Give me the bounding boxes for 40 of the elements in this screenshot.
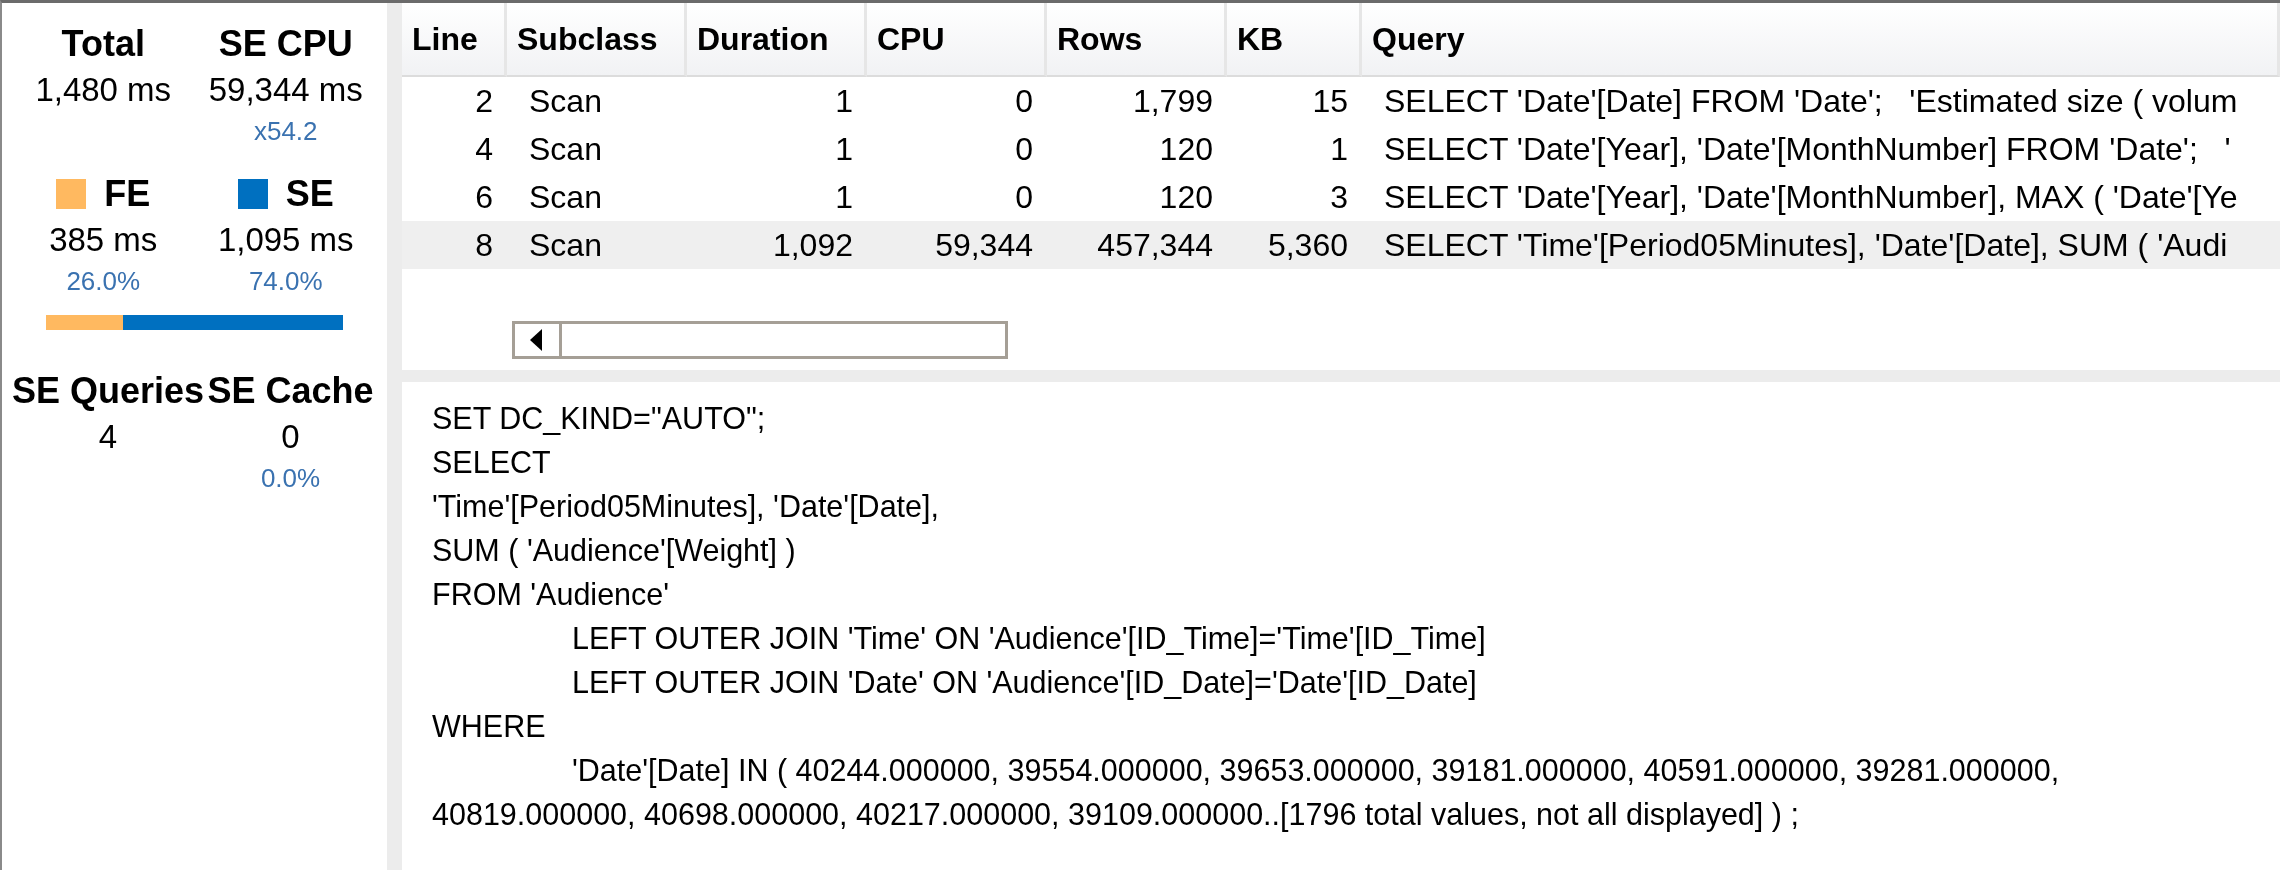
metric-label: SE CPU bbox=[218, 22, 353, 66]
metric-label: SE Cache bbox=[207, 369, 374, 413]
table-cell: 1,092 bbox=[687, 221, 867, 269]
query-line: 'Date'[Date] IN ( 40244.000000, 39554.000000, 39653.000000, 39181.000000, 40591.000000, 39281.000000, 40819.000000, 40698.000000, 40217.000000, 39109.000000..[1796 total values, not all displayed] ) ; bbox=[432, 752, 2061, 834]
column-header[interactable]: Subclass bbox=[507, 3, 687, 77]
metric-label: FE bbox=[104, 172, 151, 216]
metric-value: 1,480 ms bbox=[35, 70, 172, 110]
metric-label: Total bbox=[61, 22, 145, 66]
table-cell: 8 bbox=[402, 221, 507, 269]
metric-note: 0.0% bbox=[260, 462, 321, 495]
metric-value: 59,344 ms bbox=[208, 70, 363, 110]
column-header[interactable]: CPU bbox=[867, 3, 1047, 77]
metric-value: 385 ms bbox=[49, 220, 158, 260]
query-line: LEFT OUTER JOIN 'Time' ON 'Audience'[ID_Time]='Time'[ID_Time] bbox=[571, 620, 1487, 658]
horizontal-scrollbar[interactable] bbox=[512, 321, 1008, 359]
table-cell: Scan bbox=[507, 221, 687, 269]
metric-value: 1,095 ms bbox=[217, 220, 354, 260]
column-header[interactable]: Duration bbox=[687, 3, 867, 77]
table-cell: SELECT 'Time'[Period05Minutes], 'Date'[Date], SUM ( 'Audi bbox=[1362, 221, 2280, 269]
metric-note: 74.0% bbox=[248, 265, 323, 298]
query-line: WHERE bbox=[432, 708, 547, 745]
column-header[interactable]: Rows bbox=[1047, 3, 1227, 77]
query-line: SUM ( 'Audience'[Weight] ) bbox=[432, 532, 797, 570]
metric-note: 26.0% bbox=[66, 265, 141, 298]
metric-label: SE Queries bbox=[12, 369, 205, 413]
metric-value: 4 bbox=[98, 417, 118, 457]
query-line: LEFT OUTER JOIN 'Date' ON 'Audience'[ID_Date]='Date'[ID_Date] bbox=[571, 664, 1478, 702]
metric-note: x54.2 bbox=[253, 115, 318, 148]
column-header[interactable]: Line bbox=[402, 3, 507, 77]
query-line: SELECT bbox=[432, 444, 552, 481]
column-header[interactable]: Query bbox=[1362, 3, 2280, 77]
table-cell: 5,360 bbox=[1227, 221, 1362, 269]
query-line: SET DC_KIND="AUTO"; bbox=[432, 400, 767, 437]
table-cell: 59,344 bbox=[867, 221, 1047, 269]
column-header[interactable]: KB bbox=[1227, 3, 1362, 77]
table-cell: 457,344 bbox=[1047, 221, 1227, 269]
metric-value: 0 bbox=[281, 417, 300, 457]
query-line: FROM 'Audience' bbox=[432, 576, 671, 613]
metric-label: SE bbox=[285, 172, 334, 216]
query-line: 'Time'[Period05Minutes], 'Date'[Date], bbox=[432, 488, 940, 526]
